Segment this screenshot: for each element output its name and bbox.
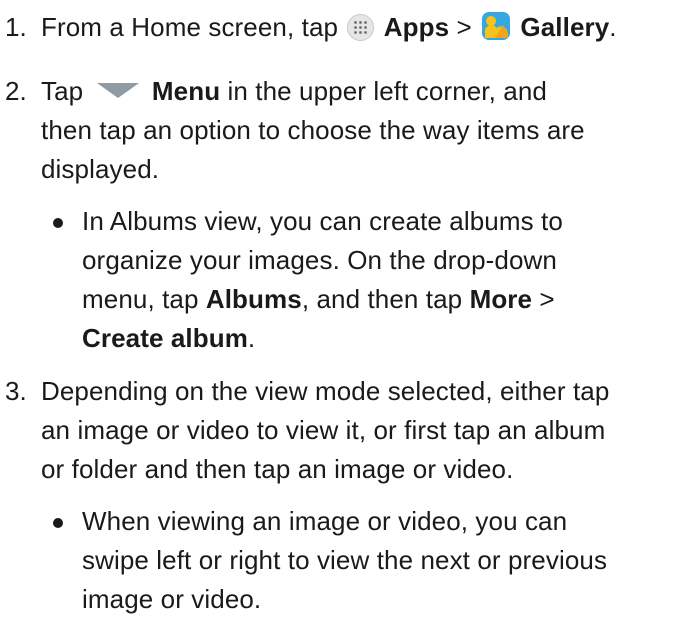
text-run: In Albums view, you can create albums to	[82, 206, 563, 236]
step-text: From a Home screen, tap Apps > Gallery.	[41, 8, 669, 47]
apps-label: Apps	[383, 12, 450, 42]
separator: >	[539, 284, 555, 314]
text-run: menu, tap	[82, 284, 199, 314]
bullet-text: When viewing an image or video, you can …	[82, 502, 672, 619]
separator: >	[456, 12, 472, 42]
albums-label: Albums	[205, 284, 302, 314]
text-run: Depending on the view mode selected, eit…	[41, 376, 610, 406]
text-run: From a Home screen, tap	[41, 12, 339, 42]
text-run: Tap	[41, 76, 84, 106]
bullet-dot	[53, 218, 63, 228]
text-run: swipe left or right to view the next or …	[82, 545, 608, 575]
period: .	[609, 12, 617, 42]
text-run: image or video.	[82, 584, 262, 614]
text-run: in the upper left corner, and	[227, 76, 547, 106]
step-number: 2.	[5, 76, 27, 106]
create-album-label: Create album	[82, 323, 248, 353]
menu-dropdown-triangle-icon	[96, 83, 139, 98]
text-run: or folder and then tap an image or video…	[41, 454, 514, 484]
text-run: then tap an option to choose the way ite…	[41, 115, 585, 145]
instructions-document: 1. From a Home screen, tap Apps > Galler…	[0, 0, 673, 614]
step-number: 1.	[5, 12, 27, 42]
apps-grid-icon	[347, 14, 375, 41]
step-text: Depending on the view mode selected, eit…	[41, 372, 669, 489]
more-label: More	[469, 284, 533, 314]
menu-label: Menu	[151, 76, 221, 106]
text-run: , and then tap	[301, 284, 463, 314]
bullet-dot	[53, 518, 63, 528]
bullet-text: In Albums view, you can create albums to…	[82, 202, 672, 358]
period: .	[247, 323, 256, 353]
step-text: Tap Menu in the upper left corner, and t…	[41, 72, 669, 189]
text-run: an image or video to view it, or first t…	[41, 415, 606, 445]
text-run: When viewing an image or video, you can	[82, 506, 568, 536]
gallery-icon	[482, 12, 511, 40]
step-number: 3.	[5, 376, 27, 406]
gallery-label: Gallery	[520, 12, 610, 42]
text-run: organize your images. On the drop-down	[82, 245, 557, 275]
text-run: displayed.	[41, 154, 160, 184]
